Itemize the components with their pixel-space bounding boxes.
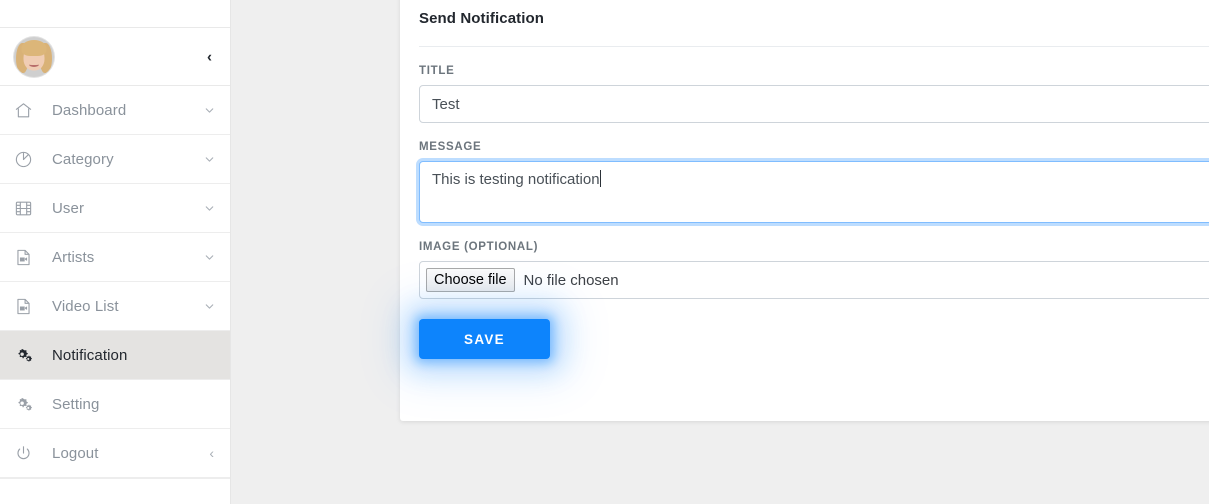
message-field-group: MESSAGE This is testing notification — [419, 123, 1209, 223]
save-button[interactable]: SAVE — [419, 319, 550, 359]
message-field-label: MESSAGE — [419, 141, 482, 153]
sidebar-item-video-list[interactable]: Video List — [0, 282, 230, 331]
sidebar-item-dashboard[interactable]: Dashboard — [0, 86, 230, 135]
app-root: ‹ Dashboard Category User Artists Video … — [0, 0, 1209, 504]
page-title: Send Notification — [419, 10, 545, 27]
avatar-smile — [29, 62, 39, 67]
sidebar-bottom-divider — [0, 478, 230, 479]
file-status-text: No file chosen — [523, 271, 619, 289]
sidebar-item-user[interactable]: User — [0, 184, 230, 233]
pie-chart-icon — [12, 148, 34, 170]
image-field-group: IMAGE (OPTIONAL) Choose file No file cho… — [419, 223, 1209, 299]
sidebar-item-label: User — [52, 199, 85, 217]
chevron-down-icon[interactable] — [203, 251, 216, 264]
home-icon — [12, 99, 34, 121]
choose-file-button[interactable]: Choose file — [426, 267, 515, 293]
title-field-group: TITLE — [419, 47, 1209, 123]
sidebar-item-setting[interactable]: Setting — [0, 380, 230, 429]
sidebar-item-category[interactable]: Category — [0, 135, 230, 184]
chevron-left-icon[interactable]: ‹ — [209, 446, 216, 460]
sidebar-item-label: Logout — [52, 444, 99, 462]
sidebar-item-label: Dashboard — [52, 101, 127, 119]
film-strip-icon — [12, 197, 34, 219]
chevron-down-icon[interactable] — [203, 104, 216, 117]
sidebar-item-logout[interactable]: Logout ‹ — [0, 429, 230, 478]
sidebar-top-strip — [0, 0, 230, 28]
video-file-icon — [12, 295, 34, 317]
power-icon — [12, 442, 34, 464]
sidebar: ‹ Dashboard Category User Artists Video … — [0, 0, 231, 504]
sidebar-item-label: Video List — [52, 297, 119, 315]
save-row: SAVE — [419, 299, 1209, 379]
sidebar-collapse-toggle-icon[interactable]: ‹ — [201, 45, 218, 68]
sidebar-item-notification[interactable]: Notification — [0, 331, 230, 380]
image-file-input[interactable]: Choose file No file chosen — [419, 261, 1209, 299]
send-notification-card: Send Notification TITLE MESSAGE This is … — [400, 0, 1209, 421]
video-file-icon — [12, 246, 34, 268]
title-input[interactable] — [419, 85, 1209, 123]
sidebar-profile-header: ‹ — [0, 28, 230, 86]
title-field-label: TITLE — [419, 65, 455, 77]
sidebar-item-label: Artists — [52, 248, 95, 266]
image-field-label: IMAGE (OPTIONAL) — [419, 241, 539, 253]
chevron-down-icon[interactable] — [203, 202, 216, 215]
cogs-icon — [12, 393, 34, 415]
chevron-down-icon[interactable] — [203, 153, 216, 166]
cogs-icon — [12, 344, 34, 366]
message-textarea[interactable] — [419, 161, 1209, 223]
avatar-hair-top — [21, 39, 47, 56]
sidebar-item-label: Notification — [52, 346, 128, 364]
sidebar-item-label: Category — [52, 150, 114, 168]
sidebar-item-artists[interactable]: Artists — [0, 233, 230, 282]
avatar[interactable] — [14, 36, 54, 77]
chevron-down-icon[interactable] — [203, 300, 216, 313]
sidebar-item-label: Setting — [52, 395, 100, 413]
